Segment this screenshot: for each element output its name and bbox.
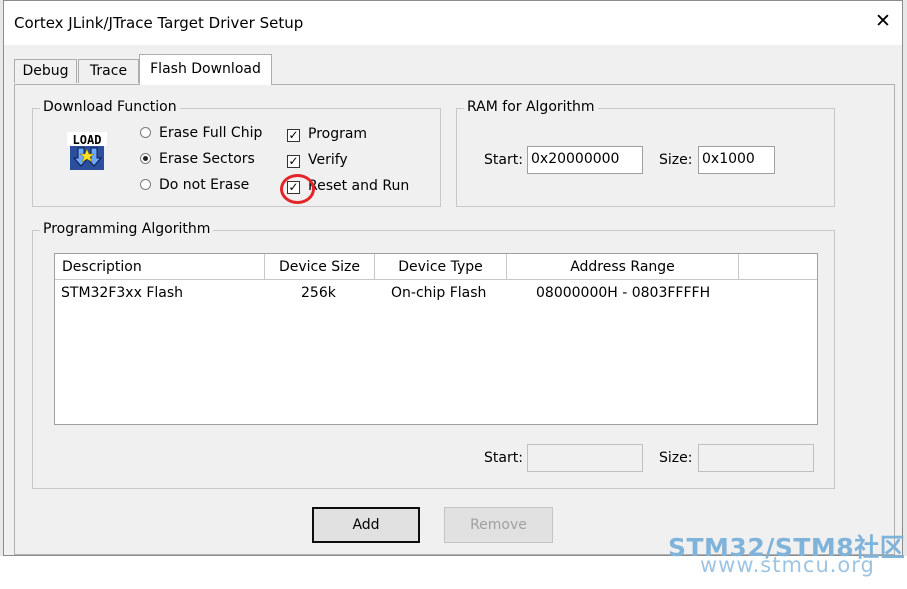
add-button[interactable]: Add: [312, 507, 420, 543]
cell-description: STM32F3xx Flash: [61, 285, 184, 301]
tab-debug[interactable]: Debug: [14, 59, 77, 83]
checkbox-verify[interactable]: ✓: [287, 155, 300, 168]
load-icon-text: LOAD: [73, 133, 102, 147]
column-header-filler: [739, 254, 817, 280]
checkbox-program[interactable]: ✓: [287, 129, 300, 142]
title-bar[interactable]: Cortex JLink/JTrace Target Driver Setup …: [4, 1, 902, 45]
ram-size-input[interactable]: 0x1000: [698, 146, 775, 174]
download-function-title: Download Function: [40, 99, 180, 115]
close-icon[interactable]: ✕: [873, 11, 893, 31]
algo-size-input[interactable]: [698, 444, 814, 472]
ram-size-label: Size:: [659, 152, 693, 168]
radio-erase-full-chip[interactable]: [140, 127, 151, 138]
load-icon: LOAD: [67, 132, 107, 172]
ram-for-algorithm-title: RAM for Algorithm: [464, 99, 598, 115]
column-header-device-size[interactable]: Device Size: [265, 254, 375, 280]
ram-start-label: Start:: [484, 152, 523, 168]
column-header-address-range[interactable]: Address Range: [507, 254, 739, 280]
radio-do-not-erase-label[interactable]: Do not Erase: [159, 177, 249, 193]
algo-size-label: Size:: [659, 450, 693, 466]
cell-device-type: On-chip Flash: [391, 285, 487, 301]
algo-start-label: Start:: [484, 450, 523, 466]
ram-start-input[interactable]: 0x20000000: [527, 146, 643, 174]
checkbox-program-label[interactable]: Program: [308, 126, 367, 142]
tab-flash-download[interactable]: Flash Download: [139, 54, 272, 85]
column-header-description[interactable]: Description: [55, 254, 265, 280]
watermark-url: www.stmcu.org: [700, 553, 875, 577]
background-strip-right: [903, 0, 907, 556]
highlight-circle-annotation: [280, 174, 315, 204]
algo-start-input[interactable]: [527, 444, 643, 472]
window-title: Cortex JLink/JTrace Target Driver Setup: [14, 14, 304, 32]
checkbox-reset-and-run-label[interactable]: Reset and Run: [308, 178, 409, 194]
table-row[interactable]: STM32F3xx Flash 256k On-chip Flash 08000…: [55, 281, 817, 303]
radio-erase-sectors[interactable]: [140, 153, 151, 164]
checkbox-verify-label[interactable]: Verify: [308, 152, 348, 168]
programming-algorithm-title: Programming Algorithm: [40, 221, 214, 237]
algorithm-list[interactable]: Description Device Size Device Type Addr…: [54, 253, 818, 425]
radio-erase-sectors-label[interactable]: Erase Sectors: [159, 151, 255, 167]
remove-button[interactable]: Remove: [444, 507, 553, 543]
cell-address-range: 08000000H - 0803FFFFH: [536, 285, 711, 301]
dialog-window: Cortex JLink/JTrace Target Driver Setup …: [3, 0, 903, 556]
column-header-device-type[interactable]: Device Type: [375, 254, 507, 280]
radio-do-not-erase[interactable]: [140, 179, 151, 190]
cell-device-size: 256k: [301, 285, 336, 301]
radio-erase-full-chip-label[interactable]: Erase Full Chip: [159, 125, 262, 141]
tab-trace[interactable]: Trace: [78, 59, 139, 83]
